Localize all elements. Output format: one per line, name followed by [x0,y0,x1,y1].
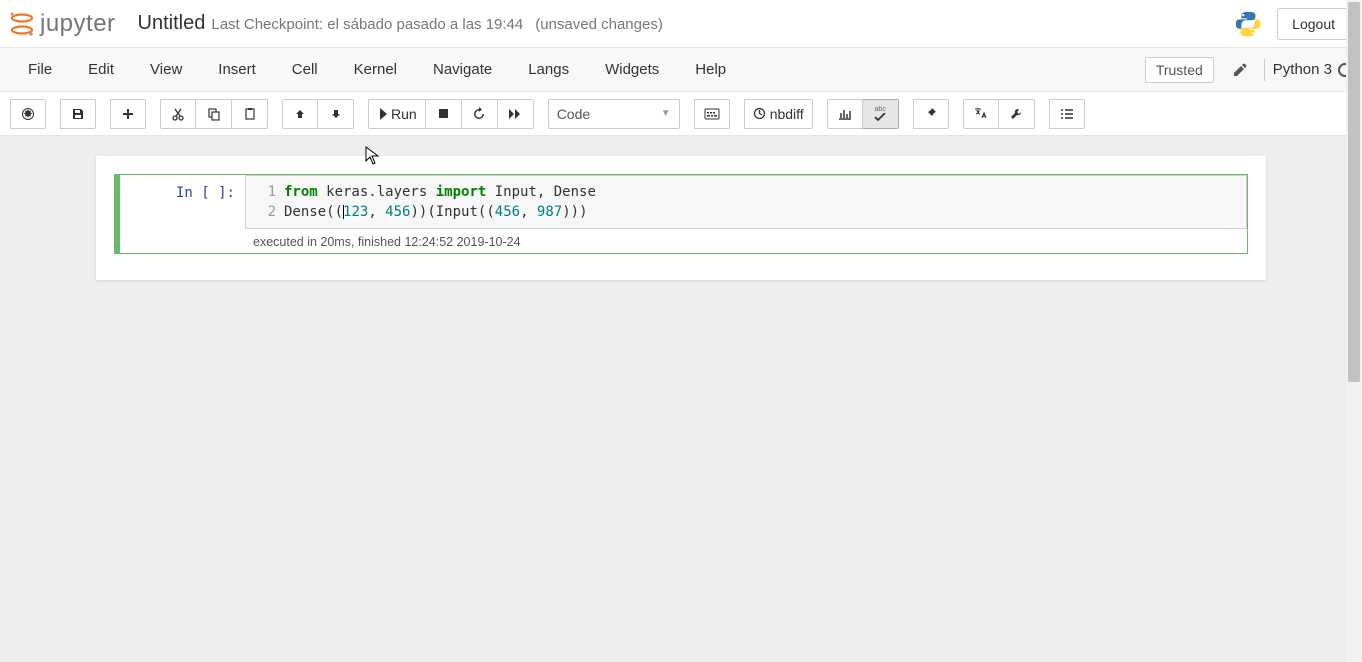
move-up-button[interactable] [282,99,318,129]
jupyter-wordmark: jupyter [40,10,116,38]
menu-file[interactable]: File [10,51,70,88]
menu-kernel[interactable]: Kernel [336,51,415,88]
scrollbar[interactable] [1346,0,1362,662]
pin-button[interactable] [913,99,949,129]
nbextension-config-button[interactable] [10,99,46,129]
title-area: Untitled Last Checkpoint: el sábado pasa… [138,12,663,35]
restart-run-all-button[interactable] [498,99,534,129]
menu-langs[interactable]: Langs [510,51,587,88]
add-cell-button[interactable] [110,99,146,129]
checkpoint-info: Last Checkpoint: el sábado pasado a las … [211,16,523,33]
tools-button[interactable] [999,99,1035,129]
cell-body: 12 from keras.layers import Input, Dense… [245,175,1247,253]
cell-type-value: Code [557,106,590,122]
unsaved-indicator: (unsaved changes) [535,16,663,33]
restart-button[interactable] [462,99,498,129]
paste-button[interactable] [232,99,268,129]
menu-help[interactable]: Help [677,51,744,88]
cut-button[interactable] [160,99,196,129]
divider [1264,59,1265,81]
command-palette-button[interactable] [694,99,730,129]
run-label: Run [391,106,417,122]
menu-navigate[interactable]: Navigate [415,51,510,88]
pencil-icon[interactable] [1232,62,1248,78]
move-down-button[interactable] [318,99,354,129]
toc-button[interactable] [1049,99,1085,129]
toolbar: Run Code nbdiff abc [0,92,1362,136]
notebook-title[interactable]: Untitled [138,12,206,35]
save-button[interactable] [60,99,96,129]
trusted-indicator[interactable]: Trusted [1145,57,1214,83]
code-content[interactable]: from keras.layers import Input, Dense De… [284,182,596,222]
copy-button[interactable] [196,99,232,129]
code-input-area[interactable]: 12 from keras.layers import Input, Dense… [245,175,1247,229]
nbdiff-label: nbdiff [770,106,804,122]
menu-cell[interactable]: Cell [274,51,336,88]
notebook-header: jupyter Untitled Last Checkpoint: el sáb… [0,0,1362,48]
line-gutter: 12 [254,182,284,222]
input-prompt: In [ ]: [115,175,245,253]
menu-view[interactable]: View [132,51,200,88]
code-cell[interactable]: In [ ]: 12 from keras.layers import Inpu… [114,174,1248,254]
menu-insert[interactable]: Insert [200,51,274,88]
spellcheck-button[interactable]: abc [863,99,899,129]
translate-button[interactable] [963,99,999,129]
code-chart-button[interactable] [827,99,863,129]
nbdiff-button[interactable]: nbdiff [744,99,813,129]
menubar: File Edit View Insert Cell Kernel Naviga… [0,48,1362,92]
menu-widgets[interactable]: Widgets [587,51,677,88]
notebook-container: In [ ]: 12 from keras.layers import Inpu… [96,156,1266,280]
logout-button[interactable]: Logout [1277,8,1350,40]
execution-info: executed in 20ms, finished 12:24:52 2019… [245,229,1247,253]
cell-type-select[interactable]: Code [548,99,680,129]
jupyter-icon [8,10,36,38]
notebook-scroll-area[interactable]: In [ ]: 12 from keras.layers import Inpu… [0,136,1362,662]
menu-edit[interactable]: Edit [70,51,132,88]
interrupt-button[interactable] [426,99,462,129]
kernel-name[interactable]: Python 3 [1273,61,1332,78]
run-button[interactable]: Run [368,99,426,129]
scrollbar-thumb[interactable] [1348,2,1360,382]
jupyter-logo[interactable]: jupyter [4,10,120,38]
python-logo-icon [1233,9,1277,39]
